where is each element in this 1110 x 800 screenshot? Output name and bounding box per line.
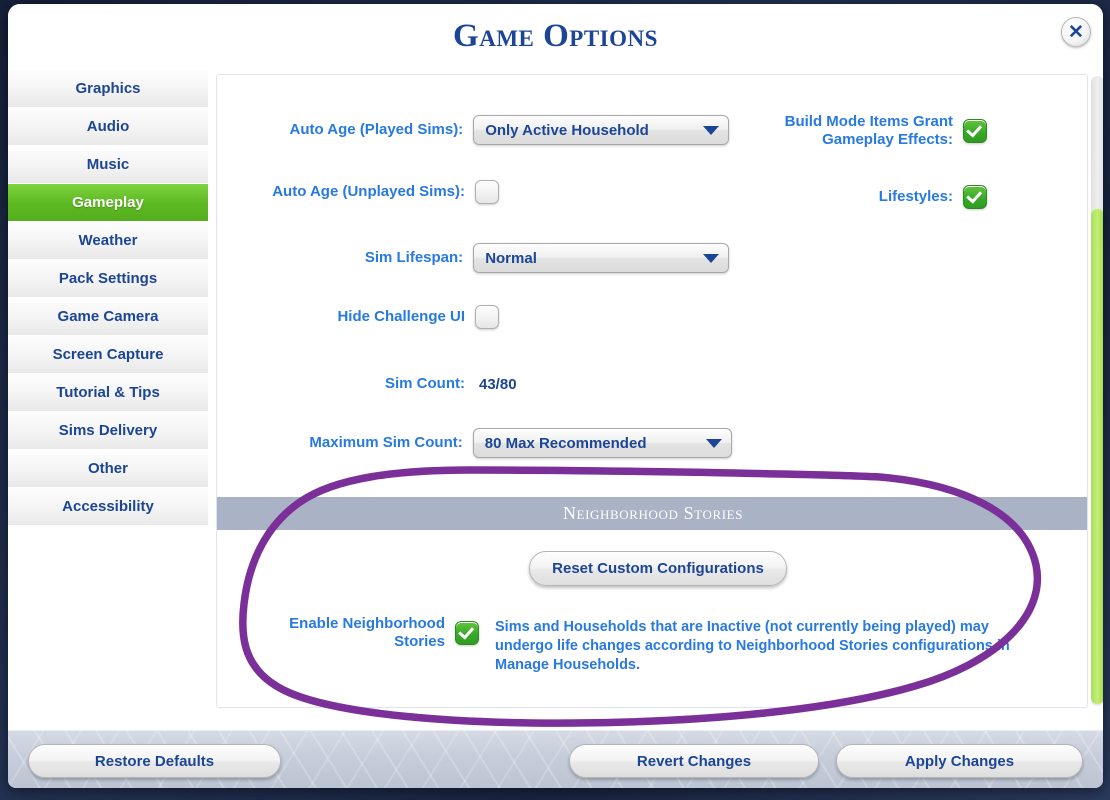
vertical-scrollbar[interactable] — [1091, 76, 1103, 706]
sidebar: Graphics Audio Music Gameplay Weather Pa… — [8, 70, 208, 730]
sim-lifespan-dropdown[interactable]: Normal — [473, 243, 729, 273]
setting-maximum-sim-count: Maximum Sim Count: 80 Max Recommended — [269, 428, 732, 458]
sidebar-item-label: Gameplay — [72, 194, 144, 211]
auto-age-unplayed-checkbox[interactable] — [475, 180, 499, 204]
maximum-sim-count-value: 80 Max Recommended — [484, 434, 647, 452]
sidebar-item-screen-capture[interactable]: Screen Capture — [8, 336, 208, 374]
sidebar-item-label: Tutorial & Tips — [56, 384, 160, 401]
setting-sim-count: Sim Count: 43/80 — [269, 375, 729, 393]
sidebar-item-label: Screen Capture — [52, 346, 164, 363]
hide-challenge-ui-checkbox[interactable] — [475, 305, 499, 329]
sim-count-label: Sim Count: — [385, 375, 465, 392]
restore-defaults-button[interactable]: Restore Defaults — [28, 744, 281, 778]
sidebar-item-label: Graphics — [75, 80, 141, 97]
sidebar-item-label: Weather — [78, 232, 138, 249]
sidebar-item-label: Audio — [86, 118, 130, 135]
apply-changes-button[interactable]: Apply Changes — [836, 744, 1083, 778]
neighborhood-stories-description: Sims and Households that are Inactive (n… — [495, 619, 1010, 673]
hide-challenge-ui-label: Hide Challenge UI — [337, 308, 465, 325]
sidebar-item-label: Other — [87, 460, 128, 477]
neighborhood-stories-section-header: Neighborhood Stories — [217, 497, 1087, 530]
chevron-down-icon — [703, 253, 719, 263]
setting-lifestyles: Lifestyles: — [777, 185, 987, 209]
chevron-down-icon — [703, 125, 719, 135]
revert-changes-label: Revert Changes — [636, 752, 752, 770]
sidebar-item-other[interactable]: Other — [8, 450, 208, 488]
settings-panel: Auto Age (Played Sims): Only Active Hous… — [216, 74, 1088, 708]
auto-age-played-value: Only Active Household — [485, 121, 649, 139]
enable-neighborhood-stories-checkbox[interactable] — [455, 621, 479, 645]
sidebar-item-graphics[interactable]: Graphics — [8, 70, 208, 108]
auto-age-played-dropdown[interactable]: Only Active Household — [473, 115, 729, 145]
sidebar-item-label: Music — [86, 156, 130, 173]
sidebar-item-weather[interactable]: Weather — [8, 222, 208, 260]
sidebar-item-label: Sims Delivery — [58, 422, 158, 439]
game-options-dialog: Game Options ✕ Graphics Audio Music Game… — [8, 4, 1103, 788]
close-icon[interactable]: ✕ — [1061, 17, 1091, 47]
sidebar-item-gameplay[interactable]: Gameplay — [8, 184, 208, 222]
auto-age-played-label: Auto Age (Played Sims): — [289, 121, 464, 138]
sidebar-item-label: Accessibility — [62, 498, 154, 515]
setting-sim-lifespan: Sim Lifespan: Normal — [269, 243, 729, 273]
sim-lifespan-value: Normal — [485, 249, 537, 267]
setting-hide-challenge-ui: Hide Challenge UI — [269, 305, 729, 329]
auto-age-unplayed-label: Auto Age (Unplayed Sims): — [272, 183, 465, 200]
sim-lifespan-label: Sim Lifespan: — [364, 249, 464, 266]
build-mode-items-label: Build Mode Items Grant Gameplay Effects: — [784, 113, 953, 148]
restore-defaults-label: Restore Defaults — [94, 752, 215, 770]
sidebar-item-label: Pack Settings — [58, 270, 158, 287]
sidebar-item-pack-settings[interactable]: Pack Settings — [8, 260, 208, 298]
setting-auto-age-unplayed: Auto Age (Unplayed Sims): — [269, 180, 729, 204]
sidebar-item-music[interactable]: Music — [8, 146, 208, 184]
enable-neighborhood-stories-label: Enable Neighborhood Stories — [289, 615, 445, 650]
apply-changes-label: Apply Changes — [904, 752, 1015, 770]
reset-custom-configurations-label: Reset Custom Configurations — [552, 560, 764, 577]
setting-enable-neighborhood-stories: Enable Neighborhood Stories — [269, 615, 479, 651]
build-mode-items-checkbox[interactable] — [963, 119, 987, 143]
sidebar-item-tutorial-tips[interactable]: Tutorial & Tips — [8, 374, 208, 412]
page-title: Game Options — [453, 18, 658, 54]
sidebar-item-accessibility[interactable]: Accessibility — [8, 488, 208, 526]
dialog-titlebar: Game Options ✕ — [8, 4, 1103, 70]
setting-auto-age-played: Auto Age (Played Sims): Only Active Hous… — [269, 115, 729, 145]
lifestyles-label: Lifestyles: — [878, 188, 953, 205]
chevron-down-icon — [706, 438, 722, 448]
lifestyles-checkbox[interactable] — [963, 185, 987, 209]
vertical-scroll-thumb[interactable] — [1091, 208, 1103, 704]
sidebar-item-audio[interactable]: Audio — [8, 108, 208, 146]
sidebar-item-game-camera[interactable]: Game Camera — [8, 298, 208, 336]
sidebar-item-sims-delivery[interactable]: Sims Delivery — [8, 412, 208, 450]
maximum-sim-count-dropdown[interactable]: 80 Max Recommended — [472, 428, 732, 458]
reset-custom-configurations-button[interactable]: Reset Custom Configurations — [529, 551, 787, 586]
setting-build-mode-items: Build Mode Items Grant Gameplay Effects: — [777, 113, 987, 149]
revert-changes-button[interactable]: Revert Changes — [569, 744, 819, 778]
sim-count-value: 43/80 — [479, 375, 517, 393]
dialog-footer: Restore Defaults Revert Changes Apply Ch… — [8, 730, 1103, 788]
sidebar-item-label: Game Camera — [57, 308, 159, 325]
section-header-label: Neighborhood Stories — [562, 503, 744, 523]
maximum-sim-count-label: Maximum Sim Count: — [309, 434, 463, 451]
